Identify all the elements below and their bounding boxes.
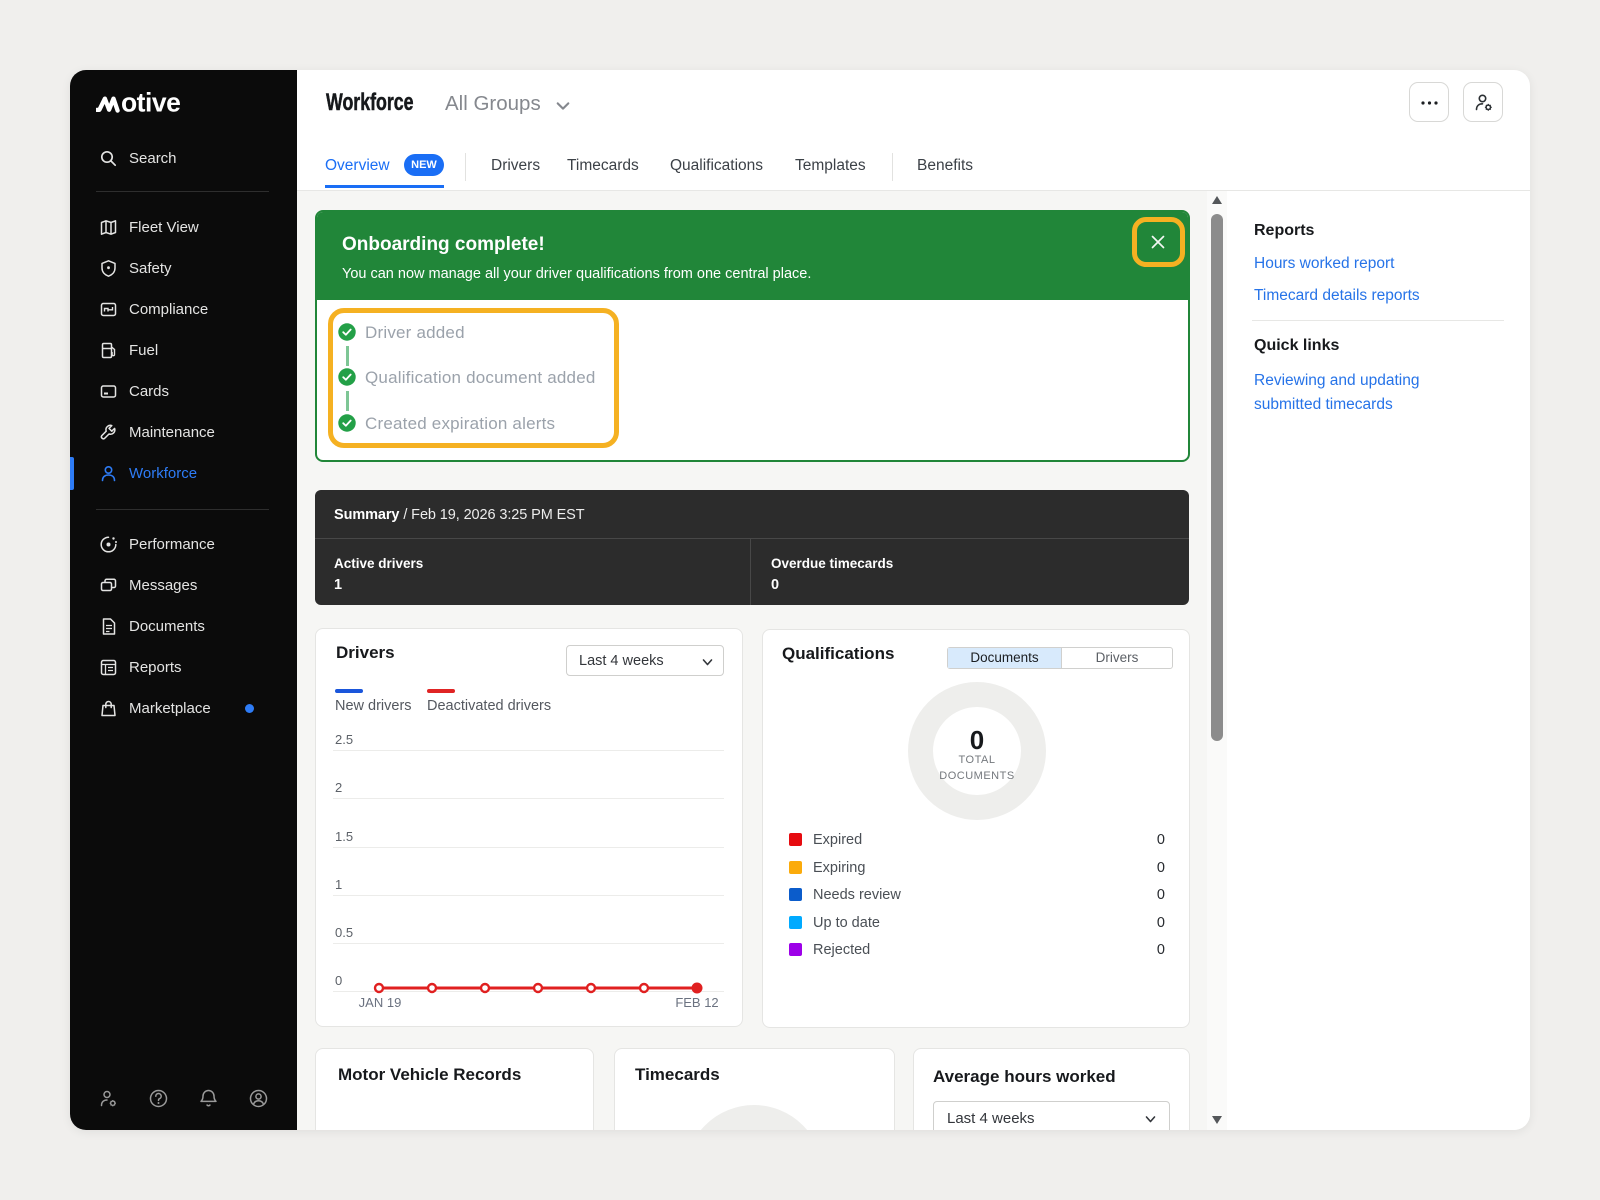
svg-text:otive: otive — [121, 88, 180, 117]
